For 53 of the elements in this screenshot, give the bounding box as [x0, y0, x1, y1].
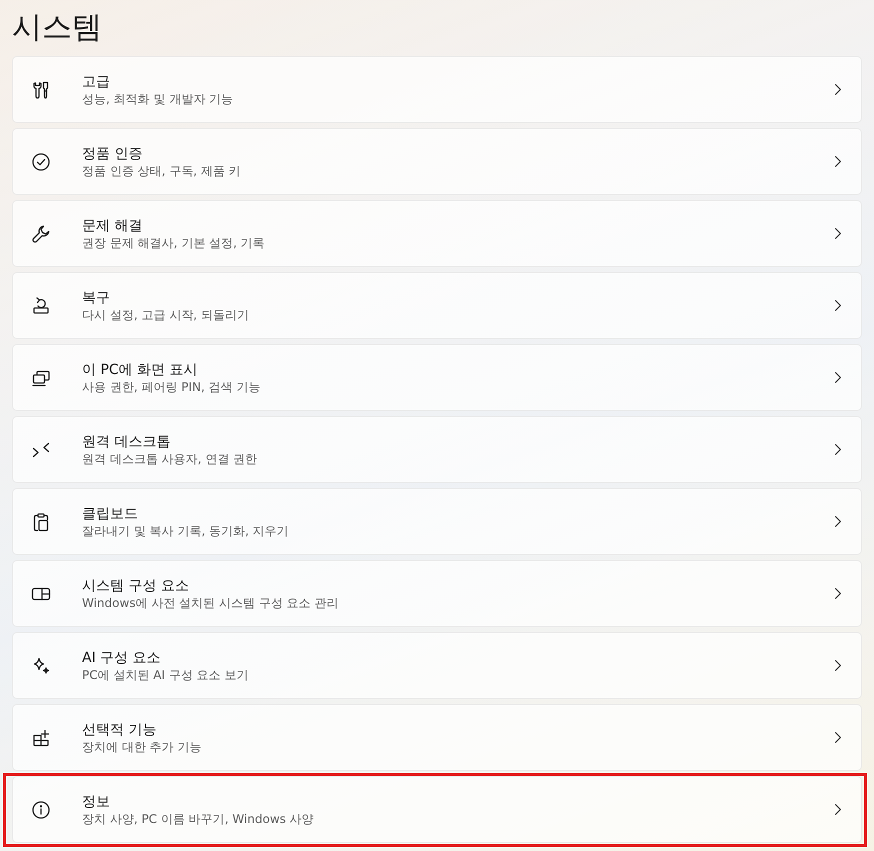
settings-item[interactable]: 이 PC에 화면 표시 사용 권한, 페어링 PIN, 검색 기능 — [12, 344, 862, 411]
check-circle-icon — [31, 152, 51, 172]
chevron-icon — [835, 372, 841, 383]
info-icon — [31, 800, 51, 820]
settings-item[interactable]: 정품 인증 정품 인증 상태, 구독, 제품 키 — [12, 128, 862, 195]
item-title: 복구 — [82, 288, 110, 306]
item-description: 원격 데스크톱 사용자, 연결 권한 — [82, 450, 258, 466]
item-description: 정품 인증 상태, 구독, 제품 키 — [82, 162, 241, 178]
chevron-icon — [835, 660, 841, 671]
item-title: 선택적 기능 — [82, 720, 156, 738]
item-title: 고급 — [82, 72, 110, 90]
chevron-icon — [835, 516, 841, 527]
item-description: 성능, 최적화 및 개발자 기능 — [82, 90, 234, 106]
item-description: 장치에 대한 추가 기능 — [82, 738, 202, 754]
item-description: 장치 사양, PC 이름 바꾸기, Windows 사양 — [82, 810, 314, 826]
item-description: PC에 설치된 AI 구성 요소 보기 — [82, 666, 248, 682]
settings-item[interactable]: 고급 성능, 최적화 및 개발자 기능 — [12, 56, 862, 123]
item-title: 정보 — [82, 792, 110, 810]
sparkle-icon — [31, 656, 51, 676]
settings-item[interactable]: 정보 장치 사양, PC 이름 바꾸기, Windows 사양 — [12, 776, 862, 843]
clipboard-icon — [31, 512, 51, 532]
chevron-icon — [835, 804, 841, 815]
item-title: 문제 해결 — [82, 216, 142, 234]
chevron-icon — [835, 588, 841, 599]
chevron-icon — [835, 156, 841, 167]
item-description: 잘라내기 및 복사 기록, 동기화, 지우기 — [82, 522, 289, 538]
item-description: 사용 권한, 페어링 PIN, 검색 기능 — [82, 378, 260, 394]
settings-item[interactable]: AI 구성 요소 PC에 설치된 AI 구성 요소 보기 — [12, 632, 862, 699]
item-title: 시스템 구성 요소 — [82, 576, 189, 594]
page-title: 시스템 — [12, 8, 102, 46]
tools-icon — [31, 80, 51, 100]
recovery-icon — [31, 296, 51, 316]
settings-item[interactable]: 클립보드 잘라내기 및 복사 기록, 동기화, 지우기 — [12, 488, 862, 555]
add-grid-icon — [31, 728, 51, 748]
item-title: 이 PC에 화면 표시 — [82, 360, 198, 378]
chevron-icon — [835, 732, 841, 743]
item-title: AI 구성 요소 — [82, 648, 161, 666]
item-description: Windows에 사전 설치된 시스템 구성 요소 관리 — [82, 594, 338, 610]
chevron-icon — [835, 228, 841, 239]
chevron-icon — [835, 444, 841, 455]
settings-item[interactable]: 원격 데스크톱 원격 데스크톱 사용자, 연결 권한 — [12, 416, 862, 483]
item-title: 정품 인증 — [82, 144, 142, 162]
item-title: 클립보드 — [82, 504, 138, 522]
item-description: 다시 설정, 고급 시작, 되돌리기 — [82, 306, 249, 322]
settings-item[interactable]: 문제 해결 권장 문제 해결사, 기본 설정, 기록 — [12, 200, 862, 267]
wrench-icon — [31, 224, 51, 244]
item-title: 원격 데스크톱 — [82, 432, 170, 450]
settings-item[interactable]: 복구 다시 설정, 고급 시작, 되돌리기 — [12, 272, 862, 339]
item-description: 권장 문제 해결사, 기본 설정, 기록 — [82, 234, 265, 250]
chevron-icon — [835, 300, 841, 311]
chevron-icon — [835, 84, 841, 95]
settings-item[interactable]: 선택적 기능 장치에 대한 추가 기능 — [12, 704, 862, 771]
settings-item[interactable]: 시스템 구성 요소 Windows에 사전 설치된 시스템 구성 요소 관리 — [12, 560, 862, 627]
